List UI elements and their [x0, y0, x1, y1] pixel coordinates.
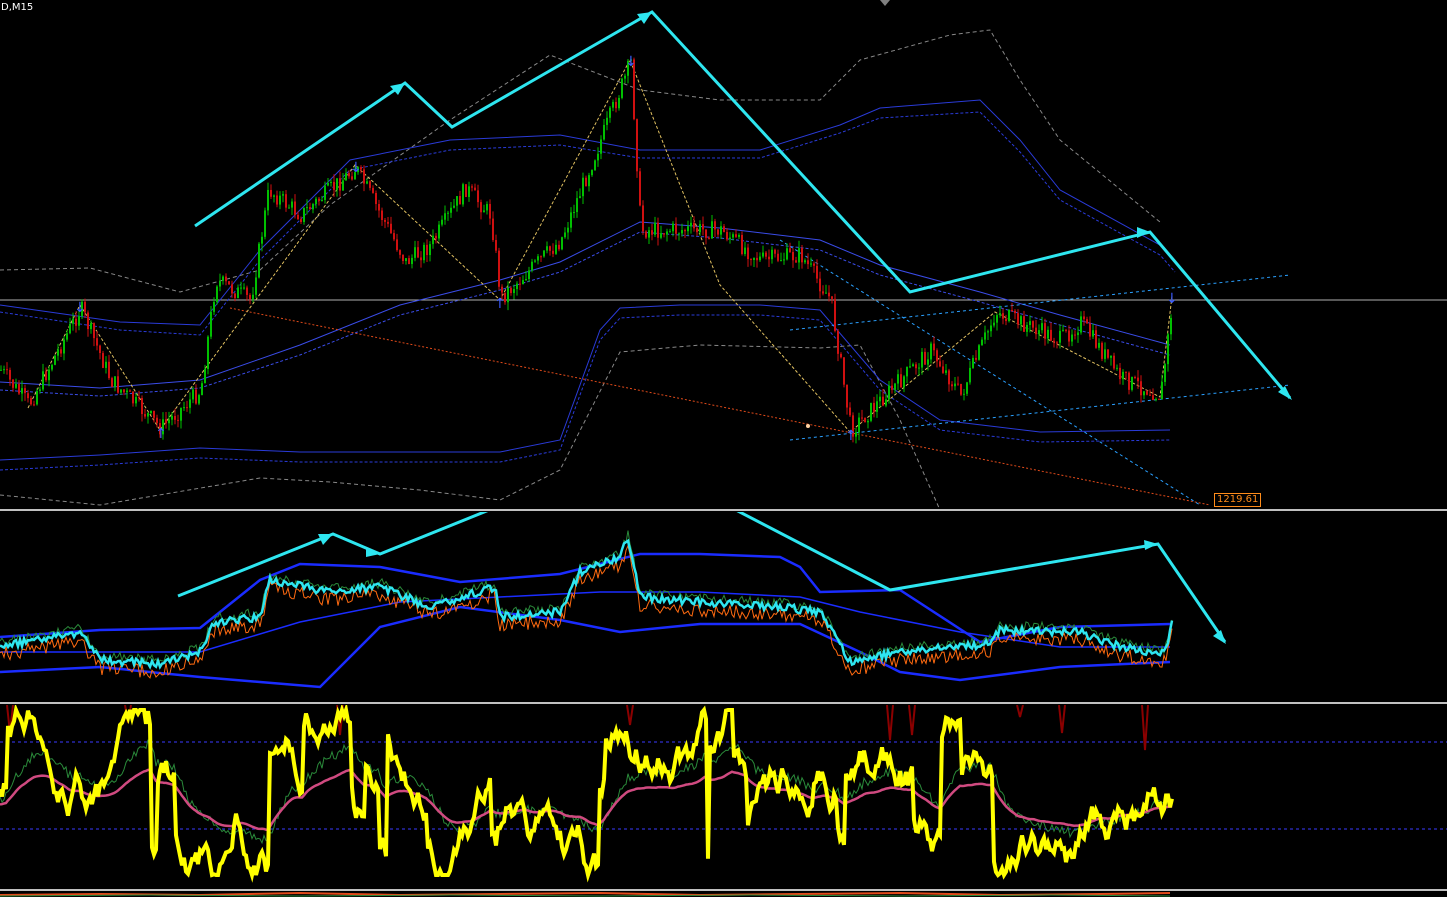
outer-envelope-upper: [0, 29, 1161, 293]
envelope-middle: [0, 221, 1171, 389]
envelope-band-lower-2: [0, 314, 1171, 471]
fractal-marker: ↓: [350, 160, 362, 176]
price-chart-canvas: ↓ ↑ ↓ ↑ ↓ ↑ ↓: [0, 0, 1447, 509]
zigzag-line: [27, 58, 1173, 433]
envelope-band-upper-1: [0, 99, 1176, 326]
channel-upper: [789, 274, 1291, 331]
fractal-marker: ↑: [155, 426, 167, 442]
candlestick-series: [0, 56, 1172, 444]
oscillator-1-pane[interactable]: [0, 512, 1447, 702]
oscillator-2-pane[interactable]: [0, 705, 1447, 889]
main-chart-pane[interactable]: ↓ ↑ ↓ ↑ ↓ ↑ ↓ D,M15 1219.61: [0, 0, 1447, 509]
cyan-trend-arrow: [194, 10, 1292, 399]
oscillator-3-canvas: [0, 891, 1171, 897]
envelope-band-upper-2: [0, 111, 1176, 336]
oscillator-1-series: [0, 530, 1174, 679]
price-label: 1219.61: [1214, 493, 1262, 507]
oscillator-2-canvas: [0, 705, 1447, 883]
fractal-marker: ↑: [845, 428, 857, 444]
outer-envelope-lower: [0, 344, 941, 509]
oscillator-1-canvas: [0, 512, 1227, 689]
arrowhead: [1213, 630, 1226, 644]
fractal-marker: ↓: [74, 300, 86, 316]
fractal-marker: ↓: [625, 54, 637, 70]
spike-series: [6, 705, 1149, 751]
cyan-trend-arrow: [177, 512, 1227, 643]
oscillator-3-pane[interactable]: [0, 891, 1447, 897]
osc1-band-middle: [0, 591, 1170, 653]
pane-separator[interactable]: [0, 702, 1447, 704]
fractal-markers: ↓ ↑ ↓ ↑ ↓ ↑ ↓: [74, 54, 1178, 444]
fractal-marker: ↓: [1166, 291, 1178, 307]
pane-separator[interactable]: [0, 509, 1447, 511]
osc1-band-upper: [0, 552, 1171, 644]
oscillator-2-series: [0, 705, 1174, 883]
osc1-band-lower: [0, 605, 1171, 689]
fractal-marker: ↑: [494, 296, 506, 312]
price-dot: [806, 424, 810, 428]
chart-title: D,M15: [1, 2, 34, 13]
red-trendline: [229, 307, 1211, 506]
scroll-marker-icon: [880, 0, 890, 6]
